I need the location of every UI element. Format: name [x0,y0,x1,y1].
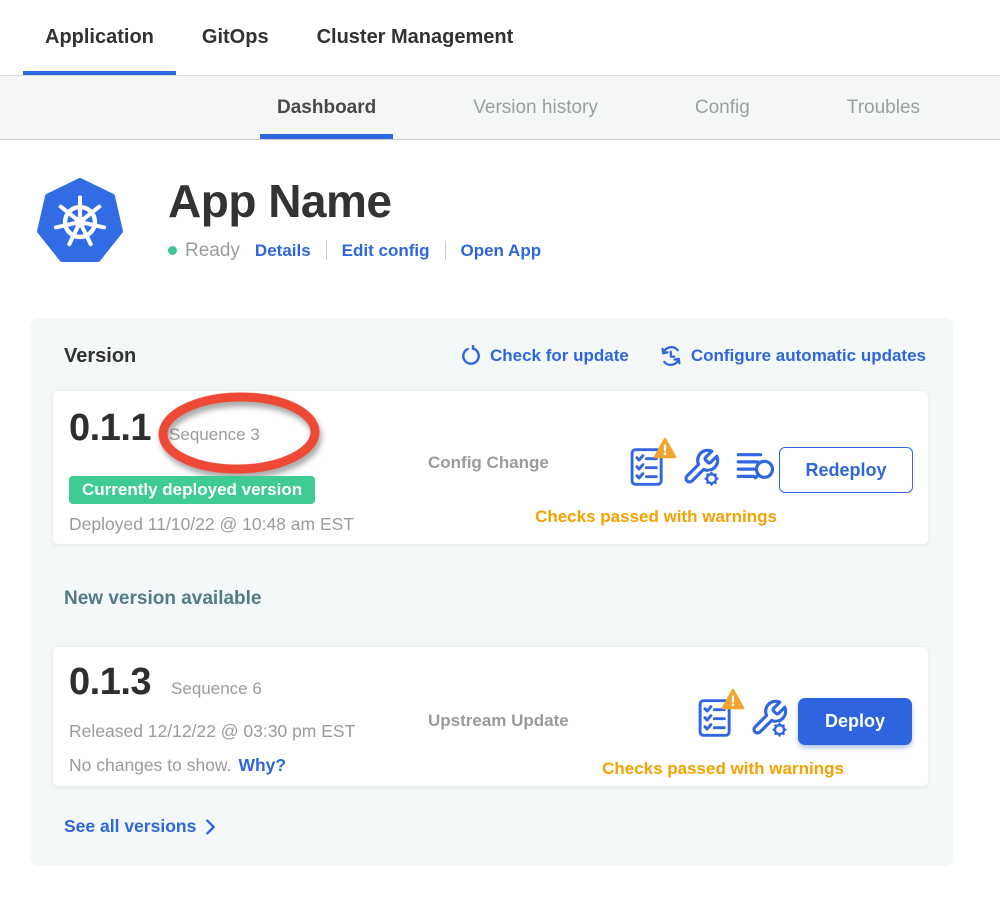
tab-gitops-label: GitOps [202,26,269,49]
configure-automatic-updates-link[interactable]: Configure automatic updates [659,344,926,368]
current-version-line: 0.1.1 Sequence 3 [69,407,260,450]
app-dashboard-page: Application GitOps Cluster Management Da… [0,0,1000,898]
new-version-line: 0.1.3 Sequence 6 [69,661,262,704]
open-app-link[interactable]: Open App [461,241,542,261]
check-for-update-label: Check for update [490,346,629,366]
tab-dashboard-label: Dashboard [277,97,376,119]
chevron-right-icon [205,819,216,835]
edit-config-link[interactable]: Edit config [342,241,430,261]
preflight-checks-icon[interactable] [698,697,734,739]
current-checks-status: Checks passed with warnings [511,507,801,527]
current-version-number: 0.1.1 [69,407,151,450]
tab-version-history[interactable]: Version history [456,76,615,139]
change-source-label: Config Change [428,453,549,473]
deployed-timestamp: Deployed 11/10/22 @ 10:48 am EST [69,514,354,535]
wrench-gear-icon[interactable] [749,698,789,738]
changes-note: No changes to show. [69,755,231,776]
change-source-label: Upstream Update [428,711,569,731]
warning-triangle-icon [653,437,677,460]
redeploy-button[interactable]: Redeploy [779,447,913,493]
new-version-heading: New version available [64,588,262,610]
secondary-nav: Dashboard Version history Config Trouble… [0,76,1000,140]
tab-dashboard[interactable]: Dashboard [260,76,393,139]
new-version-card: 0.1.3 Sequence 6 Released 12/12/22 @ 03:… [52,646,929,787]
warning-triangle-icon [721,688,745,711]
refresh-icon [460,345,482,367]
page-title: App Name [168,176,541,227]
current-version-card: 0.1.1 Sequence 3 Currently deployed vers… [52,390,929,545]
file-diff-icon[interactable] [736,450,776,484]
ready-status-dot-icon [168,246,177,255]
configure-automatic-updates-label: Configure automatic updates [691,346,926,366]
new-checks-status: Checks passed with warnings [578,759,868,779]
app-status-row: Ready Details Edit config Open App [168,240,541,262]
version-actions: Check for update Configure automatic upd… [460,344,926,368]
new-version-number: 0.1.3 [69,661,151,704]
current-version-sequence: Sequence 3 [169,425,260,445]
version-card-header: Version Check for update [30,318,953,368]
tab-application-label: Application [45,26,154,49]
tab-config-label: Config [695,97,750,119]
status-badge: Ready [185,240,240,262]
released-timestamp: Released 12/12/22 @ 03:30 pm EST [69,721,355,742]
divider [326,241,327,260]
tab-cluster-management-label: Cluster Management [317,26,514,49]
tab-gitops[interactable]: GitOps [180,0,291,75]
app-header: App Name Ready Details Edit config Open … [168,176,541,262]
preflight-checks-icon[interactable] [630,446,666,488]
details-link[interactable]: Details [255,241,311,261]
clock-refresh-icon [659,344,683,368]
tab-version-history-label: Version history [473,97,598,119]
changes-note-row: No changes to show. Why? [69,755,286,776]
see-all-versions-label: See all versions [64,816,196,837]
current-version-icons [630,446,776,488]
tab-application[interactable]: Application [23,0,176,75]
check-for-update-link[interactable]: Check for update [460,345,629,367]
primary-nav: Application GitOps Cluster Management [0,0,1000,76]
deploy-button[interactable]: Deploy [798,698,912,745]
kubernetes-logo [36,178,124,266]
tab-troubleshoot-label: Troubles [847,97,920,119]
version-card: Version Check for update [30,318,953,866]
why-link[interactable]: Why? [238,755,286,776]
see-all-versions-link[interactable]: See all versions [64,816,216,837]
version-heading: Version [64,345,136,368]
divider [445,241,446,260]
new-version-sequence: Sequence 6 [171,679,262,699]
new-version-icons [698,697,789,739]
tab-cluster-management[interactable]: Cluster Management [295,0,536,75]
currently-deployed-badge: Currently deployed version [69,476,315,504]
tab-troubleshoot[interactable]: Troubles [830,76,937,139]
tab-config[interactable]: Config [678,76,767,139]
wrench-gear-icon[interactable] [681,447,721,487]
